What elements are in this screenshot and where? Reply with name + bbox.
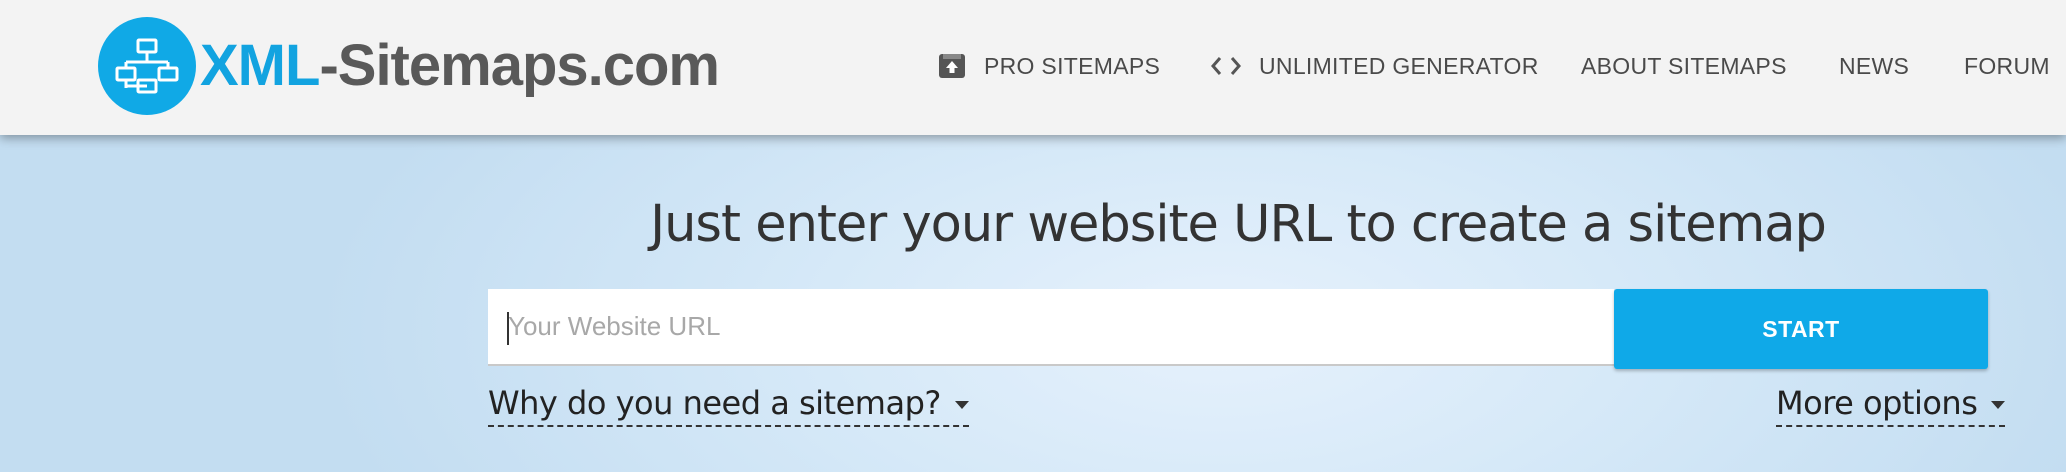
why-sitemap-dropdown[interactable]: Why do you need a sitemap? bbox=[488, 384, 969, 427]
more-options-label: More options bbox=[1776, 384, 1978, 422]
sitemap-icon bbox=[98, 17, 196, 115]
pro-sitemaps-icon bbox=[938, 53, 966, 79]
caret-down-icon bbox=[954, 401, 969, 409]
nav-news[interactable]: NEWS bbox=[1839, 53, 1909, 80]
code-icon bbox=[1211, 55, 1241, 77]
start-button[interactable]: START bbox=[1614, 289, 1988, 369]
caret-down-icon bbox=[1991, 401, 2006, 409]
nav-label: UNLIMITED GENERATOR bbox=[1259, 52, 1539, 79]
website-url-input[interactable] bbox=[488, 289, 1614, 366]
more-options-dropdown[interactable]: More options bbox=[1776, 384, 2006, 427]
logo-brand-secondary: -Sitemaps.com bbox=[319, 33, 720, 98]
site-logo[interactable]: XML-Sitemaps.com bbox=[98, 17, 720, 115]
logo-text: XML-Sitemaps.com bbox=[200, 37, 720, 95]
nav-unlimited-generator[interactable]: UNLIMITED GENERATOR bbox=[1211, 53, 1539, 80]
why-sitemap-label: Why do you need a sitemap? bbox=[488, 384, 941, 422]
nav-about-sitemaps[interactable]: ABOUT SITEMAPS bbox=[1581, 53, 1787, 80]
text-cursor bbox=[507, 312, 509, 345]
nav-pro-sitemaps[interactable]: PRO SITEMAPS bbox=[938, 53, 1160, 80]
nav-label: NEWS bbox=[1839, 52, 1910, 79]
nav-label: ABOUT SITEMAPS bbox=[1581, 52, 1787, 79]
nav-label: FORUM bbox=[1964, 52, 2050, 79]
nav-forum[interactable]: FORUM bbox=[1964, 53, 2050, 80]
page-headline: Just enter your website URL to create a … bbox=[650, 195, 1827, 254]
nav-label: PRO SITEMAPS bbox=[984, 52, 1161, 79]
logo-brand-primary: XML bbox=[200, 33, 320, 98]
site-header: XML-Sitemaps.com PRO SITEMAPS UNLIMITED … bbox=[0, 0, 2066, 135]
